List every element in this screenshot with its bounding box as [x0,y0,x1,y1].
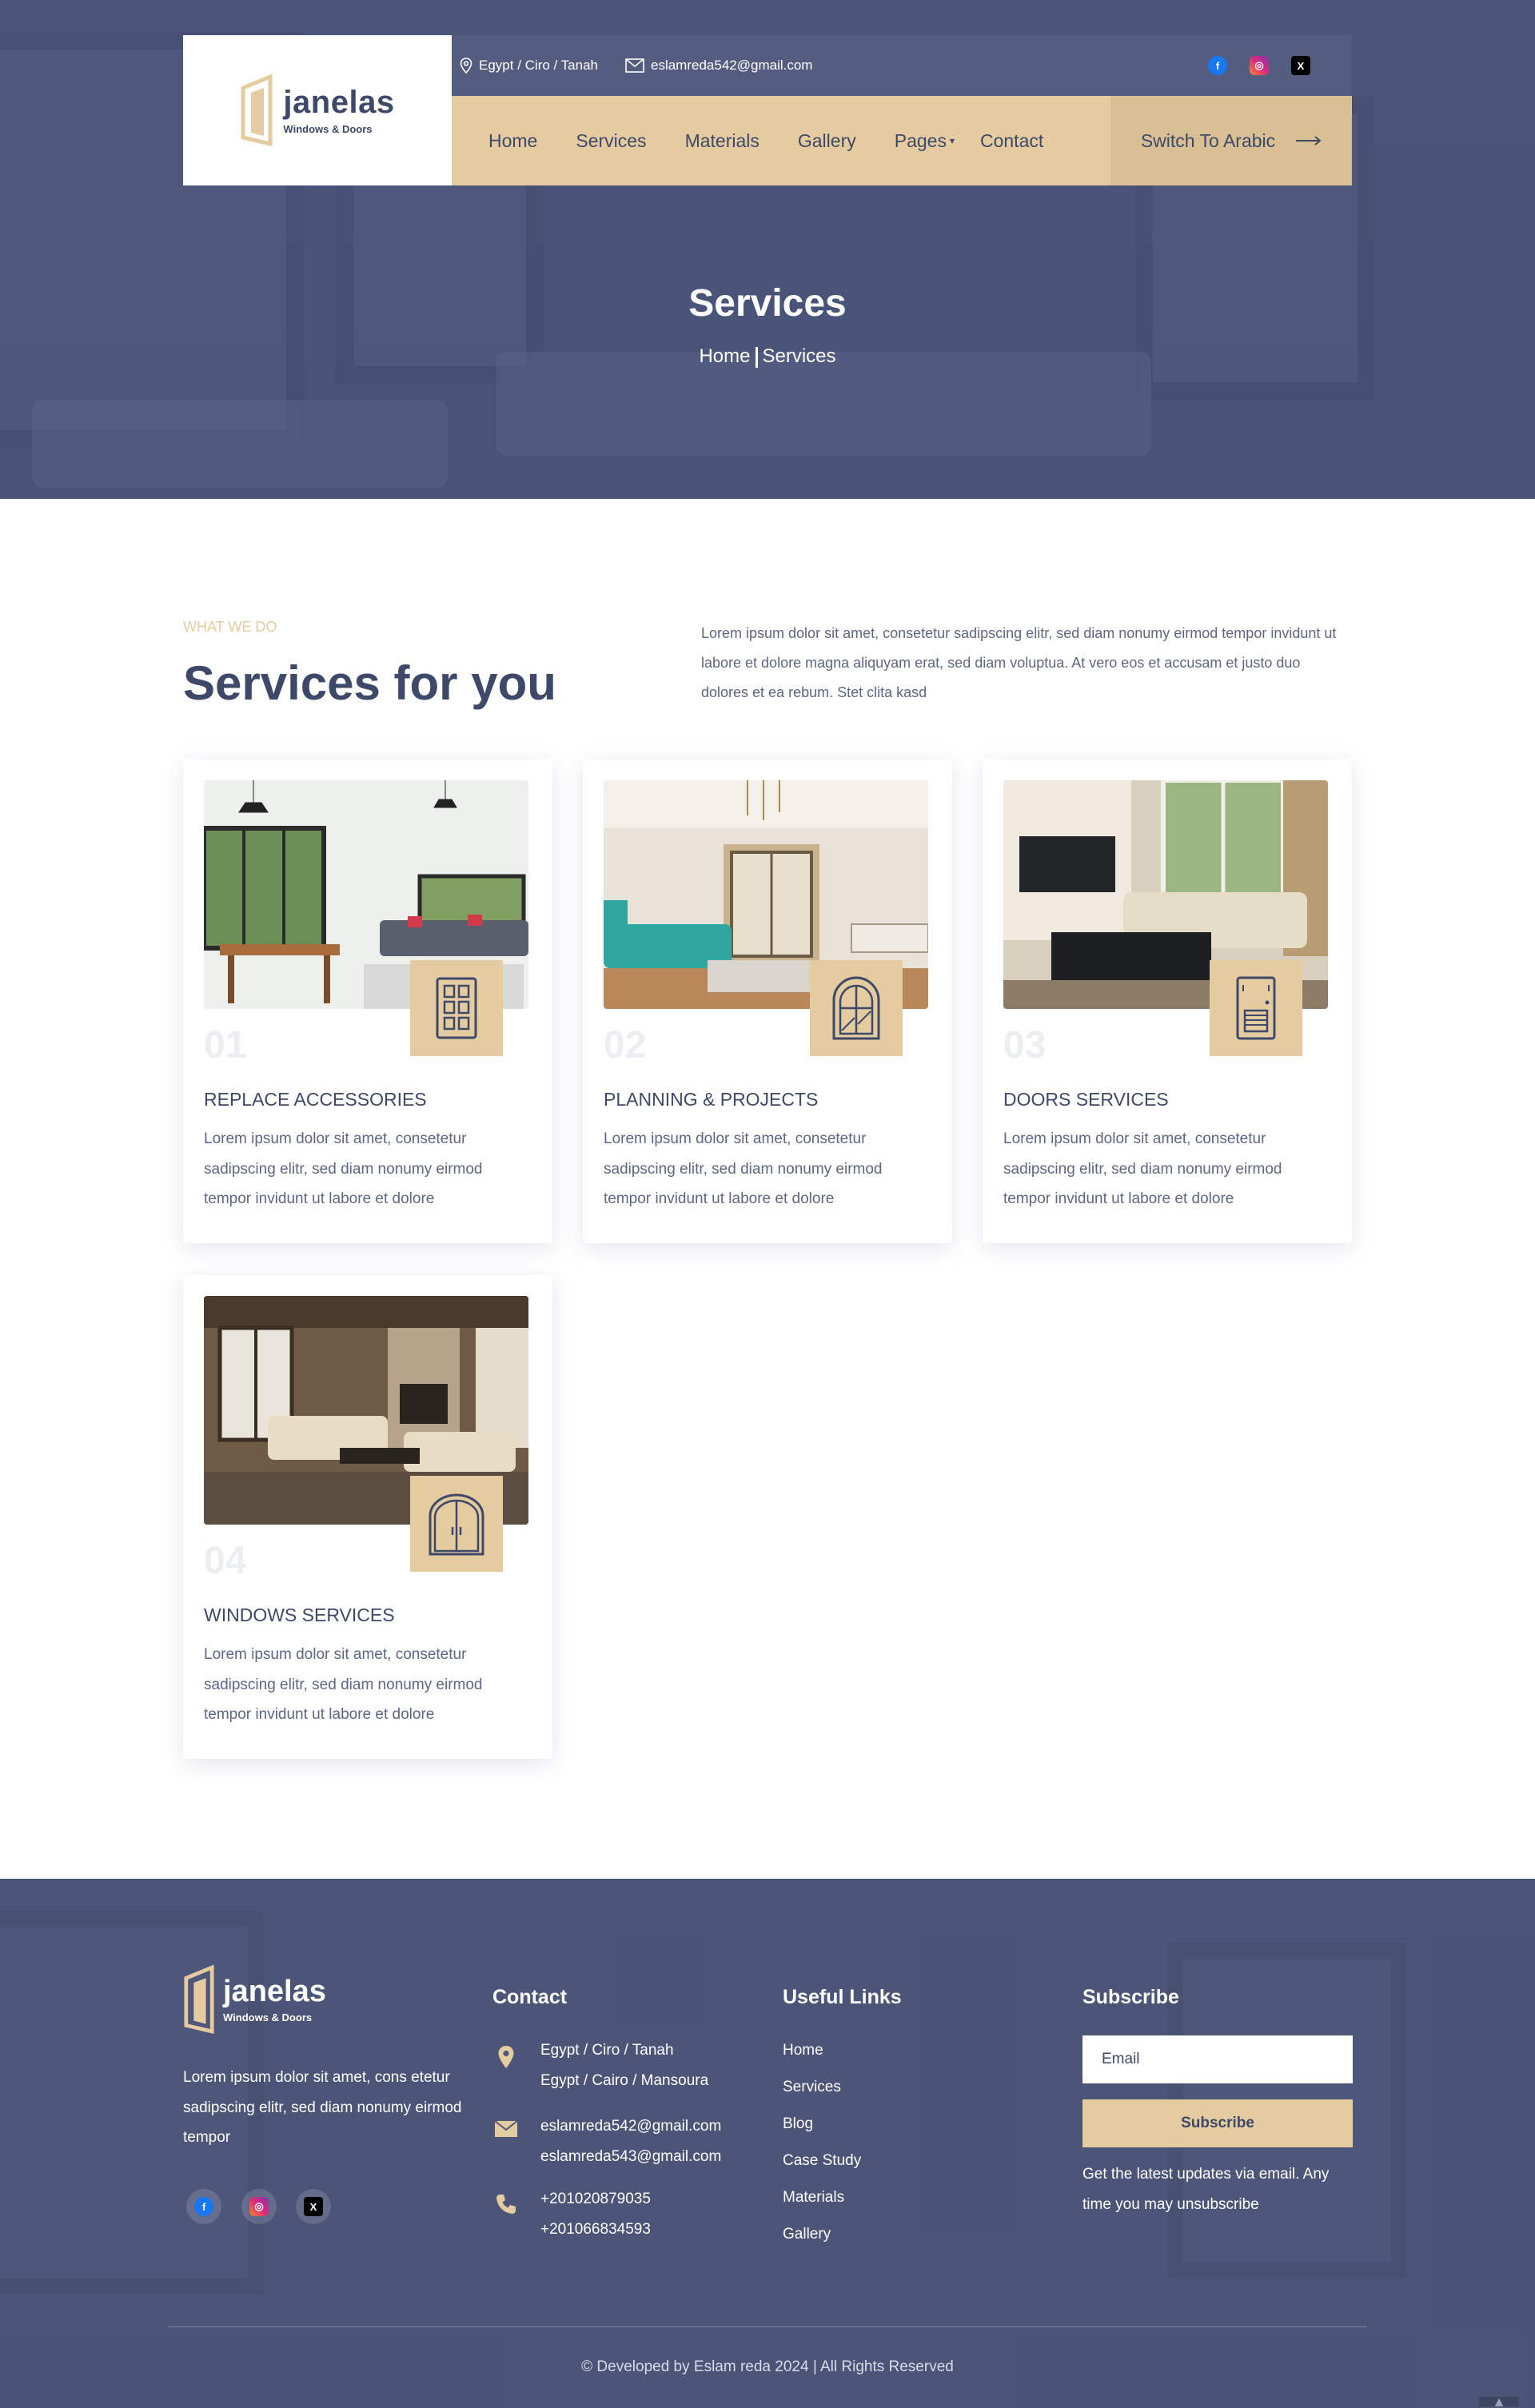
back-to-top-button[interactable]: ▲ [1479,2397,1519,2406]
service-card[interactable]: 04 WINDOWS SERVICES Lorem ipsum dolor si… [183,1275,552,1759]
panel-door-icon [436,977,477,1039]
nav-item-pages-label: Pages [894,130,947,151]
footer-email-2[interactable]: eslamreda543@gmail.com [540,2142,721,2172]
service-title[interactable]: WINDOWS SERVICES [204,1605,395,1626]
facebook-icon: f [194,2197,213,2216]
footer-address-1: Egypt / Ciro / Tanah [540,2042,674,2059]
instagram-icon: ◎ [249,2197,269,2216]
page-title: Services [688,282,847,325]
service-text: Lorem ipsum dolor sit amet, consetetur s… [604,1130,883,1207]
footer-link-services[interactable]: Services [783,2079,841,2096]
header-socials: f ◎ X [1208,56,1310,75]
copyright-text: © Developed by Eslam reda 2024 | All Rig… [581,2358,954,2375]
service-number: 02 [604,1024,647,1066]
breadcrumb: Home Services [0,345,1535,368]
location-pin-icon [492,2043,520,2071]
location-info: Egypt / Ciro / Tanah [460,58,598,74]
service-title[interactable]: DOORS SERVICES [1003,1089,1169,1110]
service-title[interactable]: PLANNING & PROJECTS [604,1089,818,1110]
nav-item-gallery[interactable]: Gallery [798,130,856,152]
logo-box[interactable]: janelas Windows & Doors [183,35,452,185]
service-number: 04 [204,1540,247,1582]
section-eyebrow: WHAT WE DO [183,619,277,635]
service-icon-box [410,960,503,1056]
footer-links-title: Useful Links [783,1986,902,2008]
footer-address-2: Egypt / Cairo / Mansoura [540,2072,709,2089]
switch-language-label: Switch To Arabic [1140,130,1276,151]
main-nav: Home Services Materials Gallery Pages ▾ … [452,96,1352,185]
footer-link-gallery[interactable]: Gallery [783,2226,831,2243]
subscribe-note: Get the latest updates via email. Any ti… [1082,2166,1330,2213]
footer-subscribe-title: Subscribe [1082,1986,1179,2008]
footer-link-home[interactable]: Home [783,2042,823,2059]
switch-language-button[interactable]: Switch To Arabic [1110,96,1352,185]
phone-icon [492,2191,520,2218]
brand-tagline: Windows & Doors [283,122,373,135]
arched-window-icon [832,976,880,1040]
footer-logo[interactable]: janelas Windows & Doors [183,1963,326,2035]
footer-link-case-study[interactable]: Case Study [783,2152,861,2170]
service-number: 01 [204,1024,247,1066]
breadcrumb-separator [755,346,758,368]
louver-door-icon [1236,976,1276,1040]
window-logo-icon [184,1964,214,2035]
subscribe-button[interactable]: Subscribe [1082,2099,1353,2147]
footer-link-materials[interactable]: Materials [783,2189,844,2207]
service-card[interactable]: 03 DOORS SERVICES Lorem ipsum dolor sit … [983,759,1352,1243]
breadcrumb-current: Services [762,345,836,367]
location-pin-icon [460,58,472,74]
service-icon-box [410,1476,503,1572]
footer-email-1[interactable]: eslamreda542@gmail.com [540,2111,721,2142]
caret-down-icon: ▾ [949,135,955,146]
footer-brand-name: janelas [223,1974,326,2008]
service-number: 03 [1003,1024,1047,1066]
mail-icon [625,58,644,73]
footer-contact-title: Contact [492,1986,568,2008]
arrow-right-icon [1296,136,1322,146]
footer-x-link[interactable]: X [296,2189,331,2224]
hero-banner: janelas Windows & Doors Egypt / Ciro / T… [0,0,1535,499]
footer-link-blog[interactable]: Blog [783,2115,813,2133]
service-title[interactable]: REPLACE ACCESSORIES [204,1089,427,1110]
footer-phone-1[interactable]: +201020879035 [540,2184,651,2215]
service-text: Lorem ipsum dolor sit amet, consetetur s… [204,1646,483,1723]
nav-item-pages[interactable]: Pages ▾ [895,130,955,152]
service-card[interactable]: 02 PLANNING & PROJECTS Lorem ipsum dolor… [583,759,952,1243]
subscribe-email-input[interactable] [1082,2035,1353,2083]
x-icon: X [304,2197,323,2216]
mail-icon [492,2115,520,2143]
service-icon-box [1210,960,1302,1056]
facebook-icon[interactable]: f [1208,56,1227,75]
email-info[interactable]: eslamreda542@gmail.com [625,58,812,74]
double-arched-door-icon [429,1493,484,1556]
instagram-icon[interactable]: ◎ [1250,56,1269,75]
footer-phone-2[interactable]: +201066834593 [540,2215,651,2245]
brand-name: janelas [283,84,395,120]
nav-item-contact[interactable]: Contact [980,130,1043,152]
brand-logo[interactable]: janelas Windows & Doors [240,74,394,147]
footer-brand-tagline: Windows & Doors [223,2011,313,2023]
email-text: eslamreda542@gmail.com [651,58,813,73]
footer-instagram-link[interactable]: ◎ [241,2189,277,2224]
location-text: Egypt / Ciro / Tanah [479,58,598,73]
section-description: Lorem ipsum dolor sit amet, consetetur s… [701,625,1337,700]
nav-item-services[interactable]: Services [576,130,646,152]
x-icon[interactable]: X [1291,56,1310,75]
window-logo-icon [241,74,273,147]
arrow-up-icon: ▲ [1492,2397,1506,2406]
service-text: Lorem ipsum dolor sit amet, consetetur s… [1003,1130,1282,1207]
footer-about-text: Lorem ipsum dolor sit amet, cons etetur … [183,2069,462,2146]
footer-facebook-link[interactable]: f [186,2189,221,2224]
contact-info-bar: Egypt / Ciro / Tanah eslamreda542@gmail.… [452,35,1352,96]
site-header: janelas Windows & Doors Egypt / Ciro / T… [183,35,1352,185]
section-title: Services for you [183,656,556,710]
breadcrumb-home[interactable]: Home [699,345,750,367]
service-icon-box [810,960,903,1056]
service-card[interactable]: 01 REPLACE ACCESSORIES Lorem ipsum dolor… [183,759,552,1243]
service-text: Lorem ipsum dolor sit amet, consetetur s… [204,1130,483,1207]
nav-item-home[interactable]: Home [488,130,537,152]
nav-item-materials[interactable]: Materials [685,130,760,152]
footer-divider [168,2326,1367,2327]
